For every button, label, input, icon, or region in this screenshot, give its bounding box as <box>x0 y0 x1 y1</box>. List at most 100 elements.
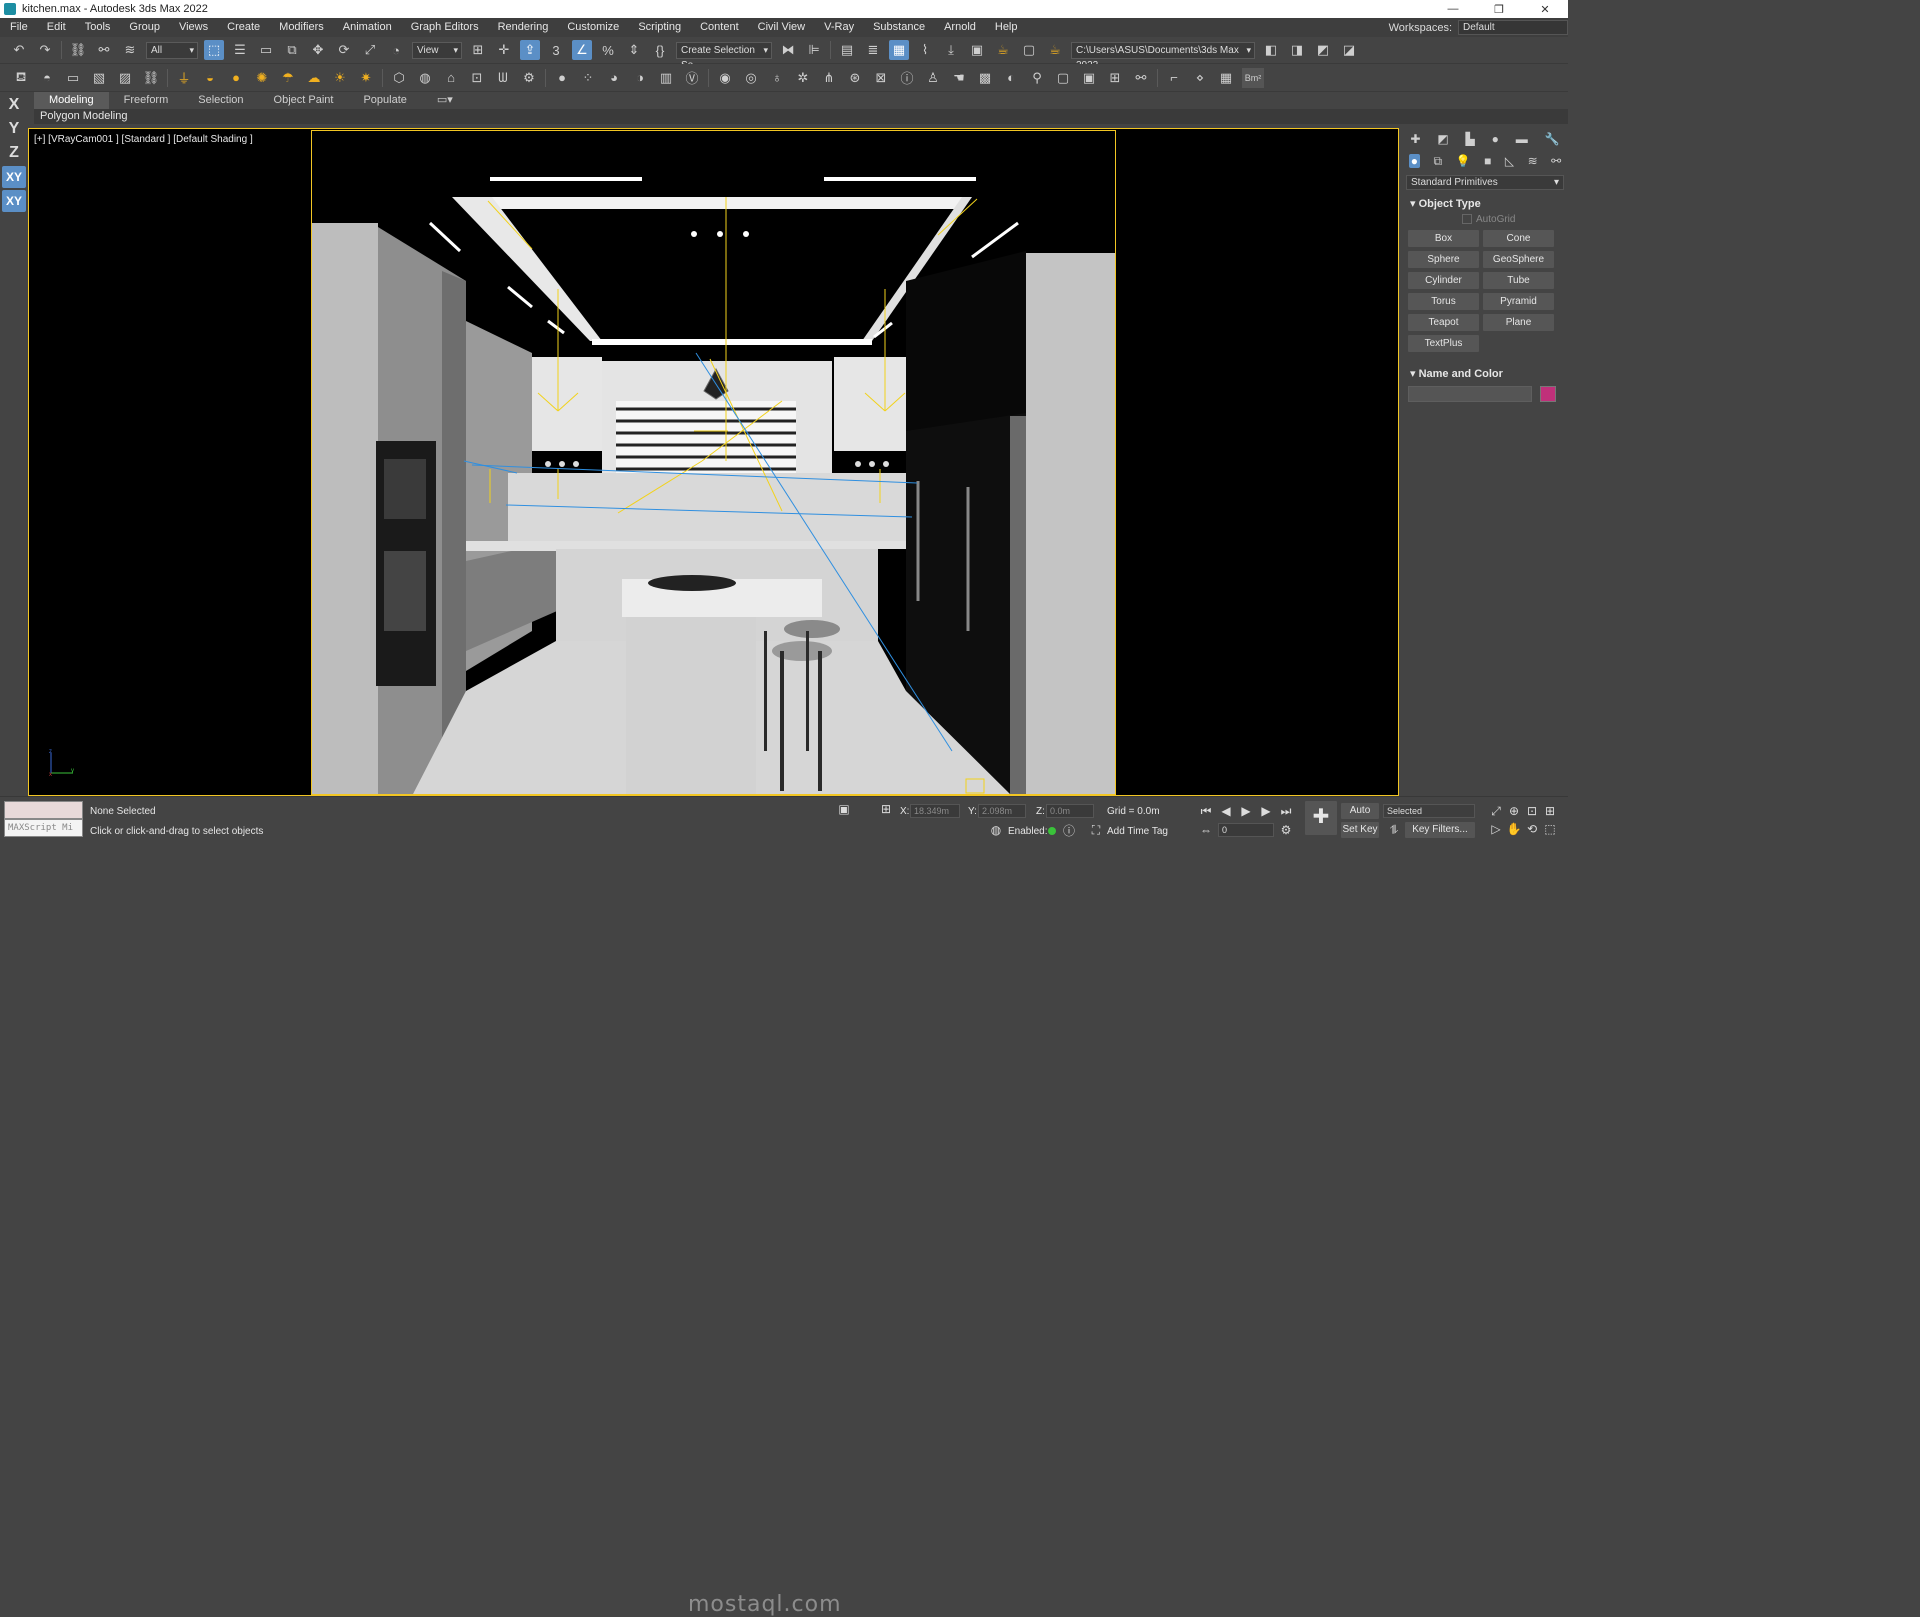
lamp-icon[interactable]: ⚲ <box>1027 68 1047 88</box>
menu-civil-view[interactable]: Civil View <box>748 18 814 37</box>
play-icon[interactable]: ▶ <box>1238 803 1254 819</box>
sun-icon[interactable]: ☀ <box>330 68 350 88</box>
geometry-icon[interactable]: ● <box>1408 154 1420 168</box>
mirror-icon[interactable]: ⧓ <box>778 40 798 60</box>
render-production-icon[interactable]: ☕ <box>1045 40 1065 60</box>
auto-key-button[interactable]: Auto Key <box>1341 803 1379 832</box>
go-to-end-icon[interactable]: ⏭ <box>1278 803 1294 819</box>
container-icon[interactable]: ▧ <box>89 68 109 88</box>
menu-arnold[interactable]: Arnold <box>934 18 985 37</box>
link-icon[interactable]: ⛓ <box>68 40 88 60</box>
helpers-icon[interactable]: ◺ <box>1505 154 1514 168</box>
keyboard-shortcut-override-icon[interactable]: ⇪ <box>520 40 540 60</box>
percent-snap-icon[interactable]: % <box>598 40 618 60</box>
grid-layout-icon[interactable]: ▦ <box>1216 68 1236 88</box>
scene-explorer-icon[interactable]: ▤ <box>837 40 857 60</box>
menu-edit[interactable]: Edit <box>37 18 75 37</box>
texture-icon[interactable]: ▩ <box>975 68 995 88</box>
selection-filter-dropdown[interactable]: All <box>146 41 198 59</box>
menu-help[interactable]: Help <box>985 18 1027 37</box>
tab-modeling[interactable]: Modeling <box>34 92 109 109</box>
maxscript-input[interactable]: MAXScript Mi <box>4 819 83 837</box>
rendered-frame-window-icon[interactable]: ▢ <box>1019 40 1039 60</box>
go-to-start-icon[interactable]: ⏮ <box>1198 803 1214 819</box>
time-config-icon[interactable]: ⚙ <box>1278 822 1294 838</box>
align-icon[interactable]: ⊫ <box>804 40 824 60</box>
select-manipulate-icon[interactable]: ✛ <box>494 40 514 60</box>
maximize-viewport-icon[interactable]: ⬚ <box>1542 821 1558 837</box>
set-key-button[interactable]: Set Key <box>1341 822 1379 838</box>
unlink-icon[interactable]: ⚯ <box>94 40 114 60</box>
frame-icon[interactable]: ▢ <box>1053 68 1073 88</box>
camera-rig-icon[interactable]: ⛓ <box>141 68 161 88</box>
previous-frame-icon[interactable]: ◀ <box>1218 803 1234 819</box>
axis-x-button[interactable]: X <box>2 94 26 116</box>
menu-substance[interactable]: Substance <box>863 18 934 37</box>
hierarchy-panel-icon[interactable]: ▙ <box>1466 132 1475 146</box>
ambient-light-icon[interactable]: ☁ <box>304 68 324 88</box>
utilities-panel-icon[interactable]: 🔧 <box>1545 132 1560 146</box>
menu-group[interactable]: Group <box>119 18 169 37</box>
redo-icon[interactable]: ↷ <box>35 40 55 60</box>
key-filters-button[interactable]: Key Filters... <box>1405 822 1475 838</box>
y-coordinate-field[interactable]: 2.098m <box>978 804 1026 818</box>
axis-xy-button[interactable]: XY <box>2 166 26 188</box>
scene-converter-icon[interactable]: ⊠ <box>871 68 891 88</box>
sky-icon[interactable]: ✷ <box>356 68 376 88</box>
teapot-render-icon[interactable]: ⚯ <box>1131 68 1151 88</box>
motion-panel-icon[interactable]: ● <box>1492 132 1499 146</box>
scale-icon[interactable]: ⤢ <box>360 40 380 60</box>
named-selection-set-dropdown[interactable]: Create Selection Se <box>676 41 772 71</box>
menu-views[interactable]: Views <box>169 18 217 37</box>
shapes-icon[interactable]: ⧉ <box>1434 154 1443 169</box>
pan-icon[interactable]: ✋ <box>1506 821 1522 837</box>
ribbon-options-icon[interactable]: ▭▾ <box>422 92 468 109</box>
light-lister-icon[interactable]: ✲ <box>793 68 813 88</box>
hand-icon[interactable]: ☚ <box>949 68 969 88</box>
snap-grid-icon[interactable]: ⋄ <box>1190 68 1210 88</box>
ribbon-toggle-icon[interactable]: ▦ <box>889 40 909 60</box>
spacewarps-icon[interactable]: ≋ <box>1528 154 1538 168</box>
info-icon[interactable]: ⓘ <box>897 68 917 88</box>
cameras-icon[interactable]: ■ <box>1484 154 1491 168</box>
set-key-big-button[interactable]: ✚ <box>1305 801 1337 835</box>
menu-vray[interactable]: V-Ray <box>814 18 863 37</box>
tab-object-paint[interactable]: Object Paint <box>259 92 349 109</box>
teapot-button[interactable]: Teapot <box>1408 314 1479 331</box>
bind-spacewarp-icon[interactable]: ≋ <box>120 40 140 60</box>
render-elements-icon[interactable]: ⊞ <box>1105 68 1125 88</box>
undo-icon[interactable]: ↶ <box>9 40 29 60</box>
textplus-button[interactable]: TextPlus <box>1408 335 1479 352</box>
menu-file[interactable]: File <box>0 18 37 37</box>
autogrid-checkbox[interactable]: AutoGrid <box>1406 212 1564 228</box>
object-type-title[interactable]: ▾ Object Type <box>1406 196 1564 212</box>
axis-y-button[interactable]: Y <box>2 118 26 140</box>
sphere-light-icon[interactable]: ● <box>226 68 246 88</box>
vray-plane-icon[interactable]: ⌂ <box>441 68 461 88</box>
modify-panel-icon[interactable]: ◩ <box>1437 132 1448 146</box>
curve-editor-icon[interactable]: ⌇ <box>915 40 935 60</box>
vray-decal-icon[interactable]: ⊡ <box>467 68 487 88</box>
frame-buffer-icon[interactable]: ▥ <box>656 68 676 88</box>
name-and-color-title[interactable]: ▾ Name and Color <box>1406 366 1564 382</box>
axis-z-button[interactable]: Z <box>2 142 26 164</box>
vray-proxy-icon[interactable]: ⬡ <box>389 68 409 88</box>
sphere-button[interactable]: Sphere <box>1408 251 1479 268</box>
tab-freeform[interactable]: Freeform <box>109 92 184 109</box>
pivot-center-icon[interactable]: ⊞ <box>468 40 488 60</box>
maxscript-listener[interactable]: MAXScript Mi <box>4 801 83 837</box>
isolate-selection-icon[interactable]: ▣ <box>836 801 852 817</box>
zoom-icon[interactable]: ⤢ <box>1488 803 1504 819</box>
key-mode-toggle-icon[interactable]: ⥮ <box>1386 822 1402 838</box>
polygon-modeling-panel[interactable]: Polygon Modeling <box>34 109 133 124</box>
rotate-icon[interactable]: ⟳ <box>334 40 354 60</box>
box-button[interactable]: Box <box>1408 230 1479 247</box>
viewport-label[interactable]: [+] [VRayCam001 ] [Standard ] [Default S… <box>34 134 253 145</box>
orbit-icon[interactable]: ⟲ <box>1524 821 1540 837</box>
physical-camera-icon[interactable]: ◎ <box>741 68 761 88</box>
display-panel-icon[interactable]: ▬ <box>1516 132 1528 146</box>
time-tag-icon[interactable]: ⛶ <box>1088 822 1104 838</box>
ies-light-icon[interactable]: ✺ <box>252 68 272 88</box>
primitive-category-dropdown[interactable]: Standard Primitives <box>1406 175 1564 190</box>
box-icon[interactable]: ▭ <box>63 68 83 88</box>
